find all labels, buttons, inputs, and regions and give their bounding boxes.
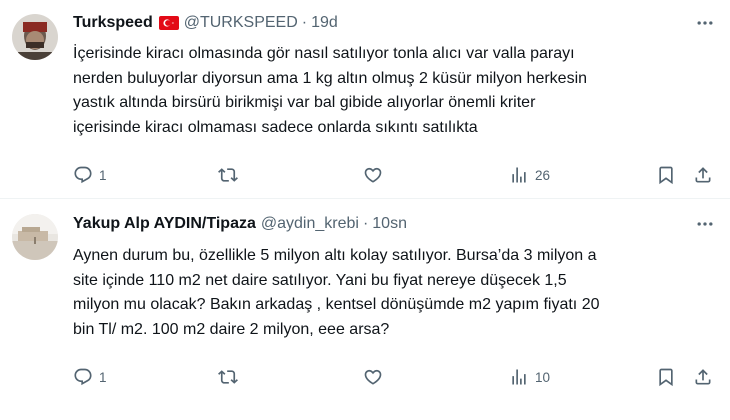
display-name[interactable]: Yakup Alp AYDIN/Tipaza xyxy=(73,215,256,233)
bookmark-icon xyxy=(656,165,676,185)
reply-icon xyxy=(73,165,93,185)
tweet-header: Turkspeed @TURKSPEED · 19d xyxy=(73,12,338,34)
share-button[interactable] xyxy=(693,365,713,389)
views-icon xyxy=(509,367,529,387)
views-icon xyxy=(509,165,529,185)
more-options-icon[interactable] xyxy=(692,213,718,235)
view-count: 26 xyxy=(535,167,551,183)
tweet-thread: Turkspeed @TURKSPEED · 19d İçerisinde ki… xyxy=(0,0,730,420)
handle[interactable]: @TURKSPEED xyxy=(184,14,298,32)
like-icon xyxy=(363,367,383,387)
tweet-header: Yakup Alp AYDIN/Tipaza @aydin_krebi · 10… xyxy=(73,213,407,235)
views-button[interactable]: 26 xyxy=(509,163,550,187)
display-name[interactable]: Turkspeed xyxy=(73,14,153,32)
share-button[interactable] xyxy=(693,163,713,187)
like-icon xyxy=(363,165,383,185)
handle[interactable]: @aydin_krebi xyxy=(261,215,359,233)
tweet-text: İçerisinde kiracı olmasında gör nasıl sa… xyxy=(73,45,588,136)
bookmark-button[interactable] xyxy=(656,365,676,389)
avatar[interactable] xyxy=(12,14,58,60)
retweet-button[interactable] xyxy=(218,365,244,389)
reply-icon xyxy=(73,367,93,387)
separator: · xyxy=(301,14,308,31)
tweet[interactable]: Yakup Alp AYDIN/Tipaza @aydin_krebi · 10… xyxy=(0,199,730,420)
views-button[interactable]: 10 xyxy=(509,365,550,389)
retweet-button[interactable] xyxy=(218,163,244,187)
action-bar: 1 26 xyxy=(73,163,718,187)
share-icon xyxy=(693,165,713,185)
reply-count: 1 xyxy=(99,369,107,385)
retweet-icon xyxy=(218,367,238,387)
more-options-icon[interactable] xyxy=(692,12,718,34)
retweet-icon xyxy=(218,165,238,185)
reply-count: 1 xyxy=(99,167,107,183)
reply-button[interactable]: 1 xyxy=(73,365,107,389)
share-icon xyxy=(693,367,713,387)
bookmark-icon xyxy=(656,367,676,387)
like-button[interactable] xyxy=(363,163,389,187)
view-count: 10 xyxy=(535,369,551,385)
reply-button[interactable]: 1 xyxy=(73,163,107,187)
timestamp[interactable]: 10sn xyxy=(372,215,407,233)
bookmark-button[interactable] xyxy=(656,163,676,187)
tweet-text: Aynen durum bu, özellikle 5 milyon altı … xyxy=(73,247,600,338)
separator: · xyxy=(362,215,369,232)
tweet[interactable]: Turkspeed @TURKSPEED · 19d İçerisinde ki… xyxy=(0,0,730,198)
action-bar: 1 10 xyxy=(73,365,718,389)
timestamp[interactable]: 19d xyxy=(311,14,338,32)
avatar[interactable] xyxy=(12,214,58,260)
turkey-flag-icon xyxy=(158,16,179,30)
like-button[interactable] xyxy=(363,365,389,389)
